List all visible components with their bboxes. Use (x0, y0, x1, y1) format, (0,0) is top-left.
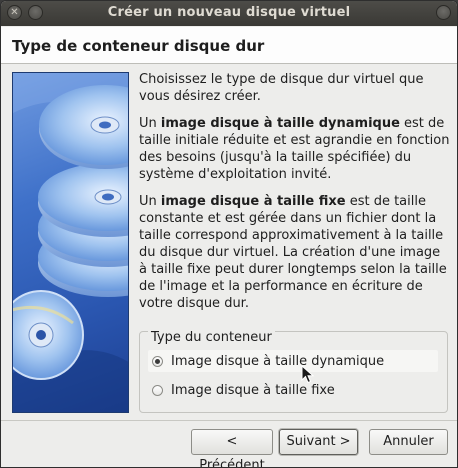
title-bar[interactable]: ✕ Créer un nouveau disque virtuel (1, 1, 457, 26)
disk-stack-icon (13, 73, 128, 412)
next-button[interactable]: Suivant > (279, 429, 358, 455)
cancel-button[interactable]: Annuler (369, 429, 448, 455)
fixed-description: Un image disque à taille fixe est de tai… (139, 193, 451, 312)
fixed-bold-term: image disque à taille fixe (160, 194, 346, 209)
fixed-rest: est de taille constante et est gérée dan… (139, 194, 447, 311)
radio-dynamic-label[interactable]: Image disque à taille dynamique (171, 354, 384, 369)
dynamic-prefix: Un (139, 116, 161, 131)
intro-text: Choisissez le type de disque dur virtuel… (139, 72, 424, 104)
group-legend: Type du conteneur (148, 330, 275, 345)
fixed-prefix: Un (139, 194, 161, 209)
dynamic-bold-term: image disque à taille dynamique (160, 116, 400, 131)
radio-fixed-option[interactable]: Image disque à taille fixe (148, 379, 438, 401)
radio-dynamic-button[interactable] (152, 355, 163, 367)
mouse-pointer-icon (301, 365, 315, 384)
radio-dynamic-option[interactable]: Image disque à taille dynamique (148, 350, 438, 372)
description-area: Choisissez le type de disque dur virtuel… (139, 71, 451, 322)
radio-fixed-button[interactable] (152, 384, 163, 396)
dynamic-description: Un image disque à taille dynamique est d… (139, 115, 451, 183)
window-title: Créer un nouveau disque virtuel (107, 5, 351, 20)
wizard-side-image (12, 72, 129, 413)
dialog-window: ✕ Créer un nouveau disque virtuel Type d… (0, 0, 458, 468)
button-separator (1, 420, 457, 421)
container-type-group: Type du conteneur Image disque à taille … (139, 330, 448, 413)
page-header: Type de conteneur disque dur (1, 27, 457, 64)
page-title: Type de conteneur disque dur (12, 37, 265, 55)
previous-button[interactable]: < Précédent (191, 429, 273, 467)
maximize-window-icon[interactable] (436, 5, 451, 20)
